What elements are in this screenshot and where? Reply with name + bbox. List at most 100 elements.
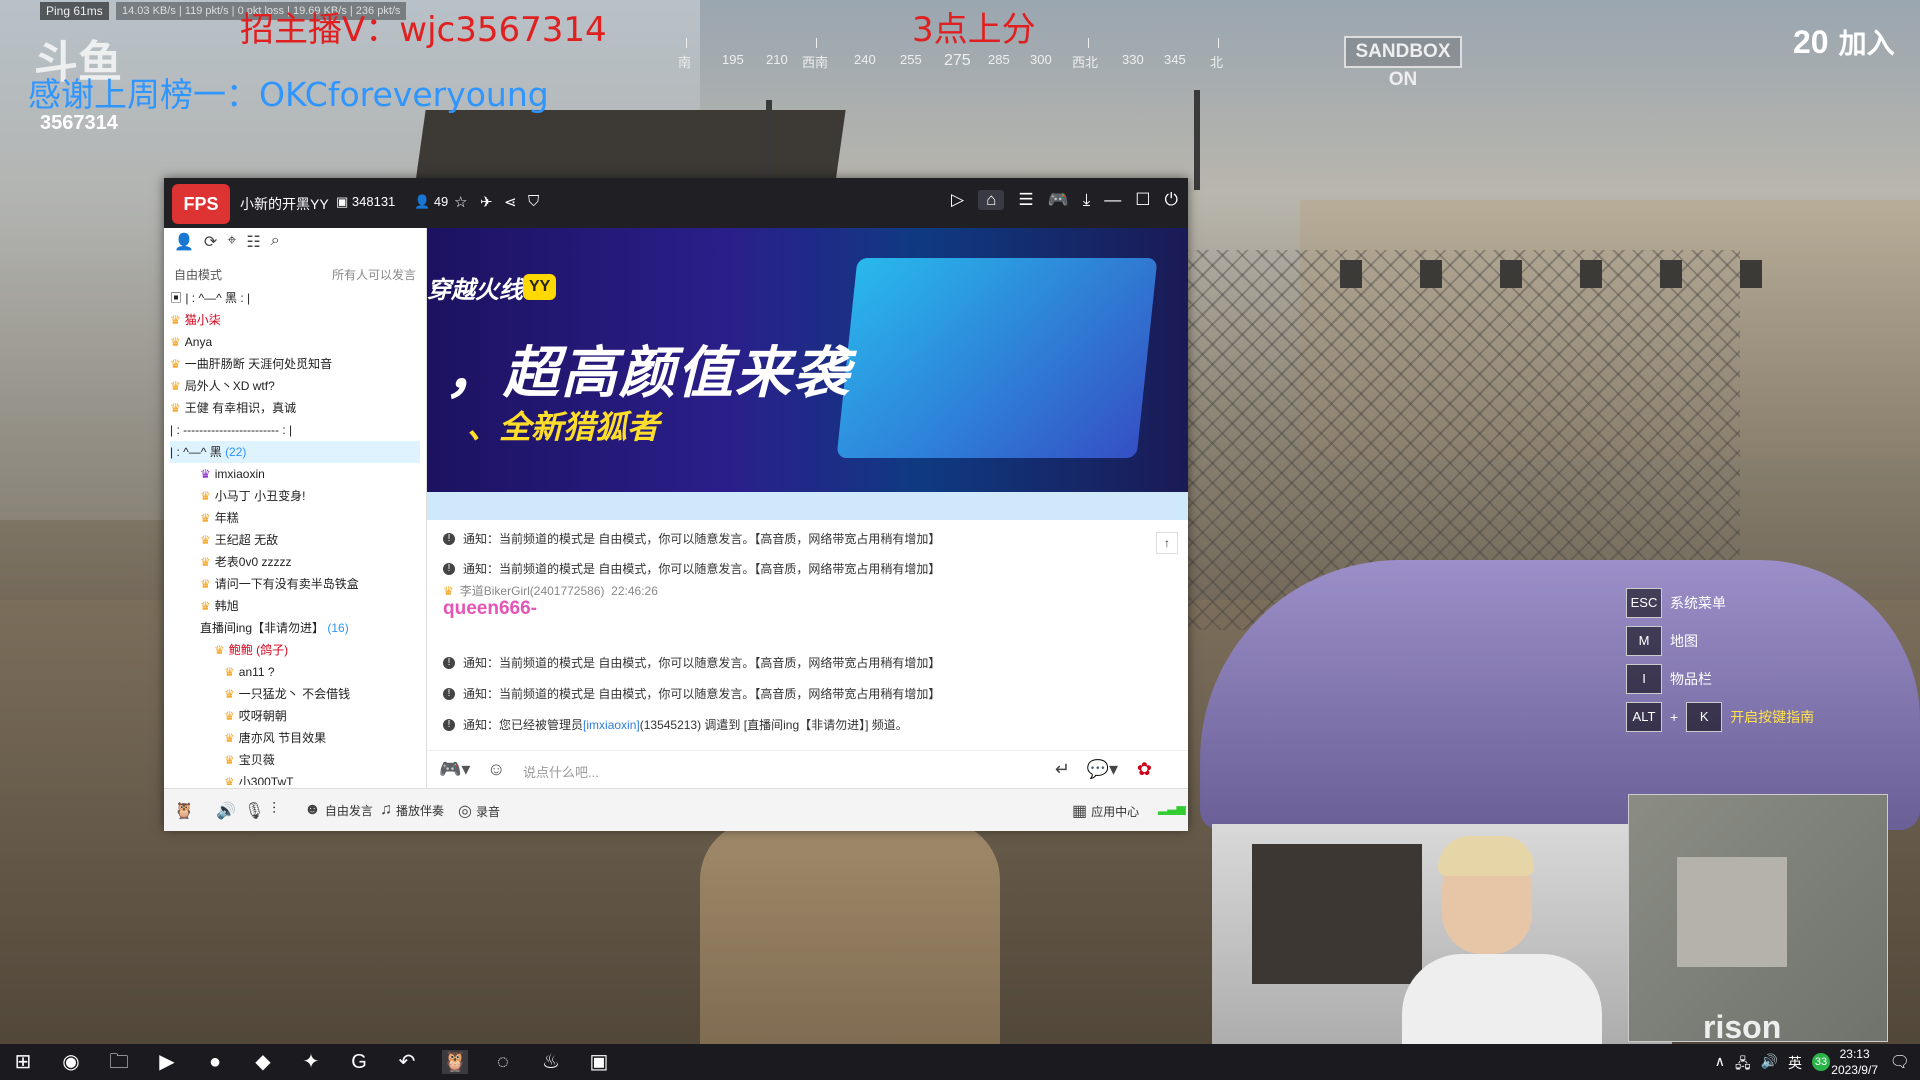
minimize-icon[interactable]: — <box>1104 190 1121 210</box>
free-speak-button[interactable]: ☻ 自由发言 <box>304 801 373 819</box>
ad-banner[interactable]: 穿越火线 YY ，超高颜值来袭 、全新猎狐者 <box>427 228 1188 492</box>
user-row[interactable]: ♛ 一只猛龙丶 不会借钱 <box>170 683 420 705</box>
user-row[interactable]: ♛ an11 ? <box>170 661 420 683</box>
user-row[interactable]: ♛ 哎呀朝朝 <box>170 705 420 727</box>
user-row[interactable]: ♛ 年糕 <box>170 507 420 529</box>
speaker-icon[interactable]: 🔊 <box>216 801 236 821</box>
crown-icon: ♛ <box>200 577 211 591</box>
user-row[interactable]: ♛ 小马丁 小丑变身! <box>170 485 420 507</box>
shield-icon[interactable]: ⛉ <box>528 193 539 210</box>
list-icon[interactable]: ☰ <box>1018 190 1033 210</box>
record-button[interactable]: ◎ 录音 <box>458 801 500 821</box>
location-icon[interactable]: ⌖ <box>227 232 236 260</box>
user-row[interactable]: ♛ 局外人丶XD wtf? <box>170 375 420 397</box>
app-arrow-icon[interactable]: ↶ <box>394 1050 420 1074</box>
channel-mode: 自由模式 所有人可以发言 <box>164 264 426 285</box>
network-icon[interactable]: 🖧 <box>1735 1053 1751 1077</box>
gamepad-icon[interactable]: 🎮 <box>1048 190 1069 210</box>
file-explorer-icon[interactable]: 🗀 <box>106 1050 132 1074</box>
user-row[interactable]: ♛ imxiaoxin <box>170 463 420 485</box>
share-icon[interactable]: ⋖ <box>504 193 517 211</box>
steam-icon[interactable]: ♨ <box>538 1050 564 1074</box>
compass-heading: 275 <box>944 52 971 69</box>
app-blue-icon[interactable]: ▶ <box>154 1050 180 1074</box>
refresh-icon[interactable]: ⟳ <box>204 232 217 260</box>
user-row[interactable]: ♛ 请问一下有没有卖半岛铁盒 <box>170 573 420 595</box>
clock[interactable]: 23:13 2023/9/7 <box>1831 1046 1878 1078</box>
crown-icon: ♛ <box>200 555 211 569</box>
chat-area[interactable]: ↑ ! 通知： 当前频道的模式是 自由模式，你可以随意发言。【高音质，网络带宽占用稍… <box>427 520 1188 750</box>
key-hints: ESC 系统菜单 M 地图 I 物品栏 ALT + K 开启按键指南 <box>1626 584 1814 736</box>
minimap[interactable]: rison <box>1628 794 1888 1045</box>
qq-browser-icon[interactable]: ● <box>202 1050 228 1074</box>
channel-root[interactable]: ▣ | : ^—^ 黑 : | <box>170 287 420 309</box>
chrome-icon[interactable]: ◉ <box>58 1050 84 1074</box>
info-icon: ! <box>443 532 455 545</box>
subchannel-row[interactable]: 直播间ing【非请勿进】 (16) <box>170 617 420 639</box>
channel-tree[interactable]: ▣ | : ^—^ 黑 : | ♛ 猫小柒 ♛ Anya ♛ 一曲肝肠断 天涯何处觅知… <box>164 285 426 785</box>
tray-badge[interactable]: 33 <box>1812 1053 1830 1071</box>
download-icon[interactable]: ⤓ <box>1083 190 1091 210</box>
window-controls: ▷ ⌂ ☰ 🎮 ⤓ — ☐ ⏻ <box>951 190 1178 210</box>
avatar-icon[interactable]: 🦉 <box>174 801 194 821</box>
user-row[interactable]: ♛ 老表0v0 zzzzz <box>170 551 420 573</box>
flower-icon[interactable]: ✿ <box>1137 759 1152 780</box>
sender-name[interactable]: 李道BikerGirl(2401772586) <box>460 582 605 599</box>
user-row[interactable]: ♛ 小300TwT <box>170 771 420 785</box>
app-cyan-icon[interactable]: ◌ <box>490 1050 516 1074</box>
notice-prefix: 通知： <box>463 562 500 576</box>
minimap-label: rison <box>1703 1009 1782 1045</box>
user-row[interactable]: ♛ 宝贝薇 <box>170 749 420 771</box>
compass-label: 285 <box>988 52 1010 67</box>
key-k: K <box>1686 702 1723 732</box>
admin-move-notice: ! 通知： 您已经被管理员 [imxiaoxin] (13545213) 调遣到 [直… <box>443 716 908 733</box>
gamepad-icon[interactable]: 🎮▾ <box>439 759 470 780</box>
volume-icon[interactable]: 🔊 <box>1761 1053 1778 1077</box>
user-row[interactable]: ♛ 猫小柒 <box>170 309 420 331</box>
crown-icon: ♛ <box>224 753 235 767</box>
user-row[interactable]: ♛ 王纪超 无敌 <box>170 529 420 551</box>
power-icon[interactable]: ⏻ <box>1165 190 1178 210</box>
enter-icon[interactable]: ↵ <box>1055 759 1070 780</box>
notification-icon[interactable]: 🗨 <box>1890 1052 1910 1072</box>
notice-prefix: 通知： <box>463 687 500 701</box>
user-row[interactable]: ♛ 一曲肝肠断 天涯何处觅知音 <box>170 353 420 375</box>
user-row[interactable]: ♛ Anya <box>170 331 420 353</box>
scroll-top-icon[interactable]: ↑ <box>1156 532 1178 554</box>
user-row[interactable]: ♛ 唐亦风 节目效果 <box>170 727 420 749</box>
chat-input[interactable]: 说点什么吧... <box>523 762 599 781</box>
notice-prefix: 通知： <box>463 718 500 732</box>
admin-link[interactable]: [imxiaoxin] <box>583 718 640 732</box>
user-row[interactable]: ♛ 韩旭 <box>170 595 420 617</box>
channel-divider[interactable]: | : ------------------------ : | <box>170 419 420 441</box>
star-icon[interactable]: ☆ <box>454 193 467 211</box>
input-language[interactable]: 英 <box>1788 1053 1802 1077</box>
user-row[interactable]: ♛ 王健 有幸相识，真诚 <box>170 397 420 419</box>
app-g-icon[interactable]: G <box>346 1050 372 1074</box>
mixer-icon[interactable]: ⫶ <box>272 801 276 819</box>
notes-icon[interactable]: ☷ <box>246 232 260 260</box>
app-bird-icon[interactable]: ✦ <box>298 1050 324 1074</box>
video-icon[interactable]: ▷ <box>951 190 964 210</box>
windows-start-icon[interactable]: ⊞ <box>10 1050 36 1074</box>
subchannel-row[interactable]: | : ^—^ 黑 (22) <box>170 441 420 463</box>
play-music-button[interactable]: ♫ 播放伴奏 <box>380 801 444 819</box>
yy-app-icon[interactable]: 🦉 <box>442 1050 468 1074</box>
minimap-base <box>1677 857 1787 967</box>
info-icon: ! <box>443 718 455 731</box>
mic-icon[interactable]: 🎙 <box>244 801 264 821</box>
app-center-button[interactable]: ▦ 应用中心 <box>1072 801 1139 821</box>
tray-chevron-icon[interactable]: ∧ <box>1715 1053 1725 1077</box>
user-icon[interactable]: 👤 <box>174 232 194 260</box>
key-i: I <box>1626 664 1662 694</box>
user-row[interactable]: ♛ 鲍鲍 (鸽子) <box>170 639 420 661</box>
chat-bubble-icon[interactable]: 💬▾ <box>1087 759 1118 780</box>
app-red-icon[interactable]: ◆ <box>250 1050 276 1074</box>
plane-icon[interactable]: ✈ <box>480 193 493 211</box>
emoji-icon[interactable]: ☺ <box>487 759 505 780</box>
home-icon[interactable]: ⌂ <box>978 190 1005 210</box>
key-hint-label: 开启按键指南 <box>1730 709 1815 725</box>
maximize-icon[interactable]: ☐ <box>1135 190 1150 210</box>
search-icon[interactable]: ⌕ <box>271 232 280 260</box>
app-gray-icon[interactable]: ▣ <box>586 1050 612 1074</box>
